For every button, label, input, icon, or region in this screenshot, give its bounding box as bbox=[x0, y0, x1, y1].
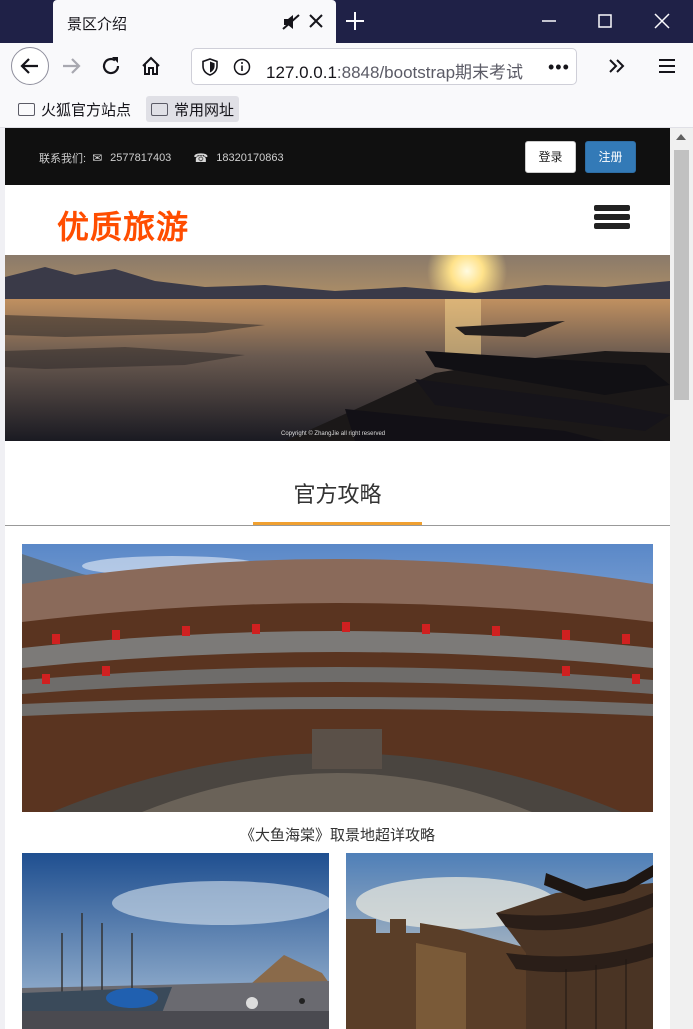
tab-bar: 景区介绍 bbox=[0, 0, 693, 78]
contact-label: 联系我们: bbox=[39, 153, 87, 165]
forward-icon[interactable] bbox=[60, 55, 82, 77]
scroll-thumb[interactable] bbox=[674, 150, 689, 400]
envelope-icon: ✉ bbox=[92, 151, 103, 165]
feature-caption[interactable]: 《大鱼海棠》取景地超详攻略 bbox=[5, 824, 670, 845]
gallery-photo-left[interactable] bbox=[22, 853, 329, 1029]
plus-icon[interactable] bbox=[344, 10, 366, 32]
tulou-photo bbox=[22, 544, 653, 812]
overflow-icon[interactable] bbox=[606, 55, 628, 77]
bookmark-firefox-sites[interactable]: 火狐官方站点 bbox=[13, 96, 139, 122]
mute-icon[interactable] bbox=[281, 12, 301, 32]
folder-icon bbox=[151, 102, 168, 116]
url-host: 127.0.0.1 bbox=[266, 63, 337, 82]
site-header: 优质旅游 bbox=[5, 185, 670, 255]
gallery-photo-right[interactable] bbox=[346, 853, 653, 1029]
tab-title: 景区介绍 bbox=[67, 16, 128, 33]
site-logo[interactable]: 优质旅游 bbox=[57, 202, 189, 248]
top-contact-bar: 联系我们: ✉ 2577817403 ☎ 18320170863 登录 注册 bbox=[5, 128, 670, 185]
minimize-icon[interactable] bbox=[540, 12, 558, 30]
banner-lake-sunset: Copyright © ZhangJie all right reserved bbox=[5, 255, 670, 441]
back-button[interactable] bbox=[11, 47, 49, 85]
contact-qq: 2577817403 bbox=[110, 152, 172, 164]
harbor-photo bbox=[22, 853, 329, 1029]
page-viewport: 联系我们: ✉ 2577817403 ☎ 18320170863 登录 注册 优… bbox=[5, 128, 670, 1029]
bookmark-label: 火狐官方站点 bbox=[41, 101, 132, 119]
register-button[interactable]: 注册 bbox=[585, 141, 636, 173]
phone-icon: ☎ bbox=[193, 151, 209, 165]
hamburger-menu-icon[interactable] bbox=[594, 205, 630, 239]
shield-icon[interactable] bbox=[201, 58, 219, 76]
back-icon bbox=[20, 58, 38, 74]
section-title: 官方攻略 bbox=[293, 482, 382, 507]
url-bar[interactable]: 127.0.0.1:8848/bootstrap期末考试 ••• bbox=[191, 48, 577, 85]
folder-icon bbox=[18, 102, 35, 116]
contact-phone: 18320170863 bbox=[216, 152, 284, 164]
active-tab[interactable]: 景区介绍 bbox=[53, 0, 336, 43]
page-actions-button[interactable]: ••• bbox=[548, 57, 570, 78]
feature-photo[interactable] bbox=[22, 544, 653, 812]
bookmark-common-sites[interactable]: 常用网址 bbox=[146, 96, 239, 122]
banner-copyright: Copyright © ZhangJie all right reserved bbox=[281, 430, 385, 437]
home-icon[interactable] bbox=[140, 55, 162, 77]
info-icon[interactable] bbox=[233, 58, 251, 76]
close-icon[interactable] bbox=[307, 12, 325, 30]
scroll-up-icon[interactable] bbox=[676, 134, 686, 140]
bookmarks-toolbar: 火狐官方站点 常用网址 bbox=[0, 91, 693, 128]
maximize-icon[interactable] bbox=[596, 12, 614, 30]
section-divider bbox=[5, 525, 670, 526]
login-button[interactable]: 登录 bbox=[525, 141, 576, 173]
menu-icon[interactable] bbox=[656, 55, 678, 77]
page-scrollbar[interactable] bbox=[670, 128, 693, 1029]
navigation-toolbar: 127.0.0.1:8848/bootstrap期末考试 ••• bbox=[0, 43, 693, 91]
window-close-icon[interactable] bbox=[653, 12, 671, 30]
reload-icon[interactable] bbox=[100, 55, 122, 77]
bookmark-label: 常用网址 bbox=[174, 101, 235, 119]
banner-image: Copyright © ZhangJie all right reserved bbox=[5, 255, 670, 441]
great-wall-photo bbox=[346, 853, 653, 1029]
url-text[interactable]: 127.0.0.1:8848/bootstrap期末考试 bbox=[266, 58, 541, 83]
contact-info: 联系我们: ✉ 2577817403 ☎ 18320170863 bbox=[39, 150, 284, 166]
url-path: :8848/bootstrap期末考试 bbox=[336, 63, 524, 82]
